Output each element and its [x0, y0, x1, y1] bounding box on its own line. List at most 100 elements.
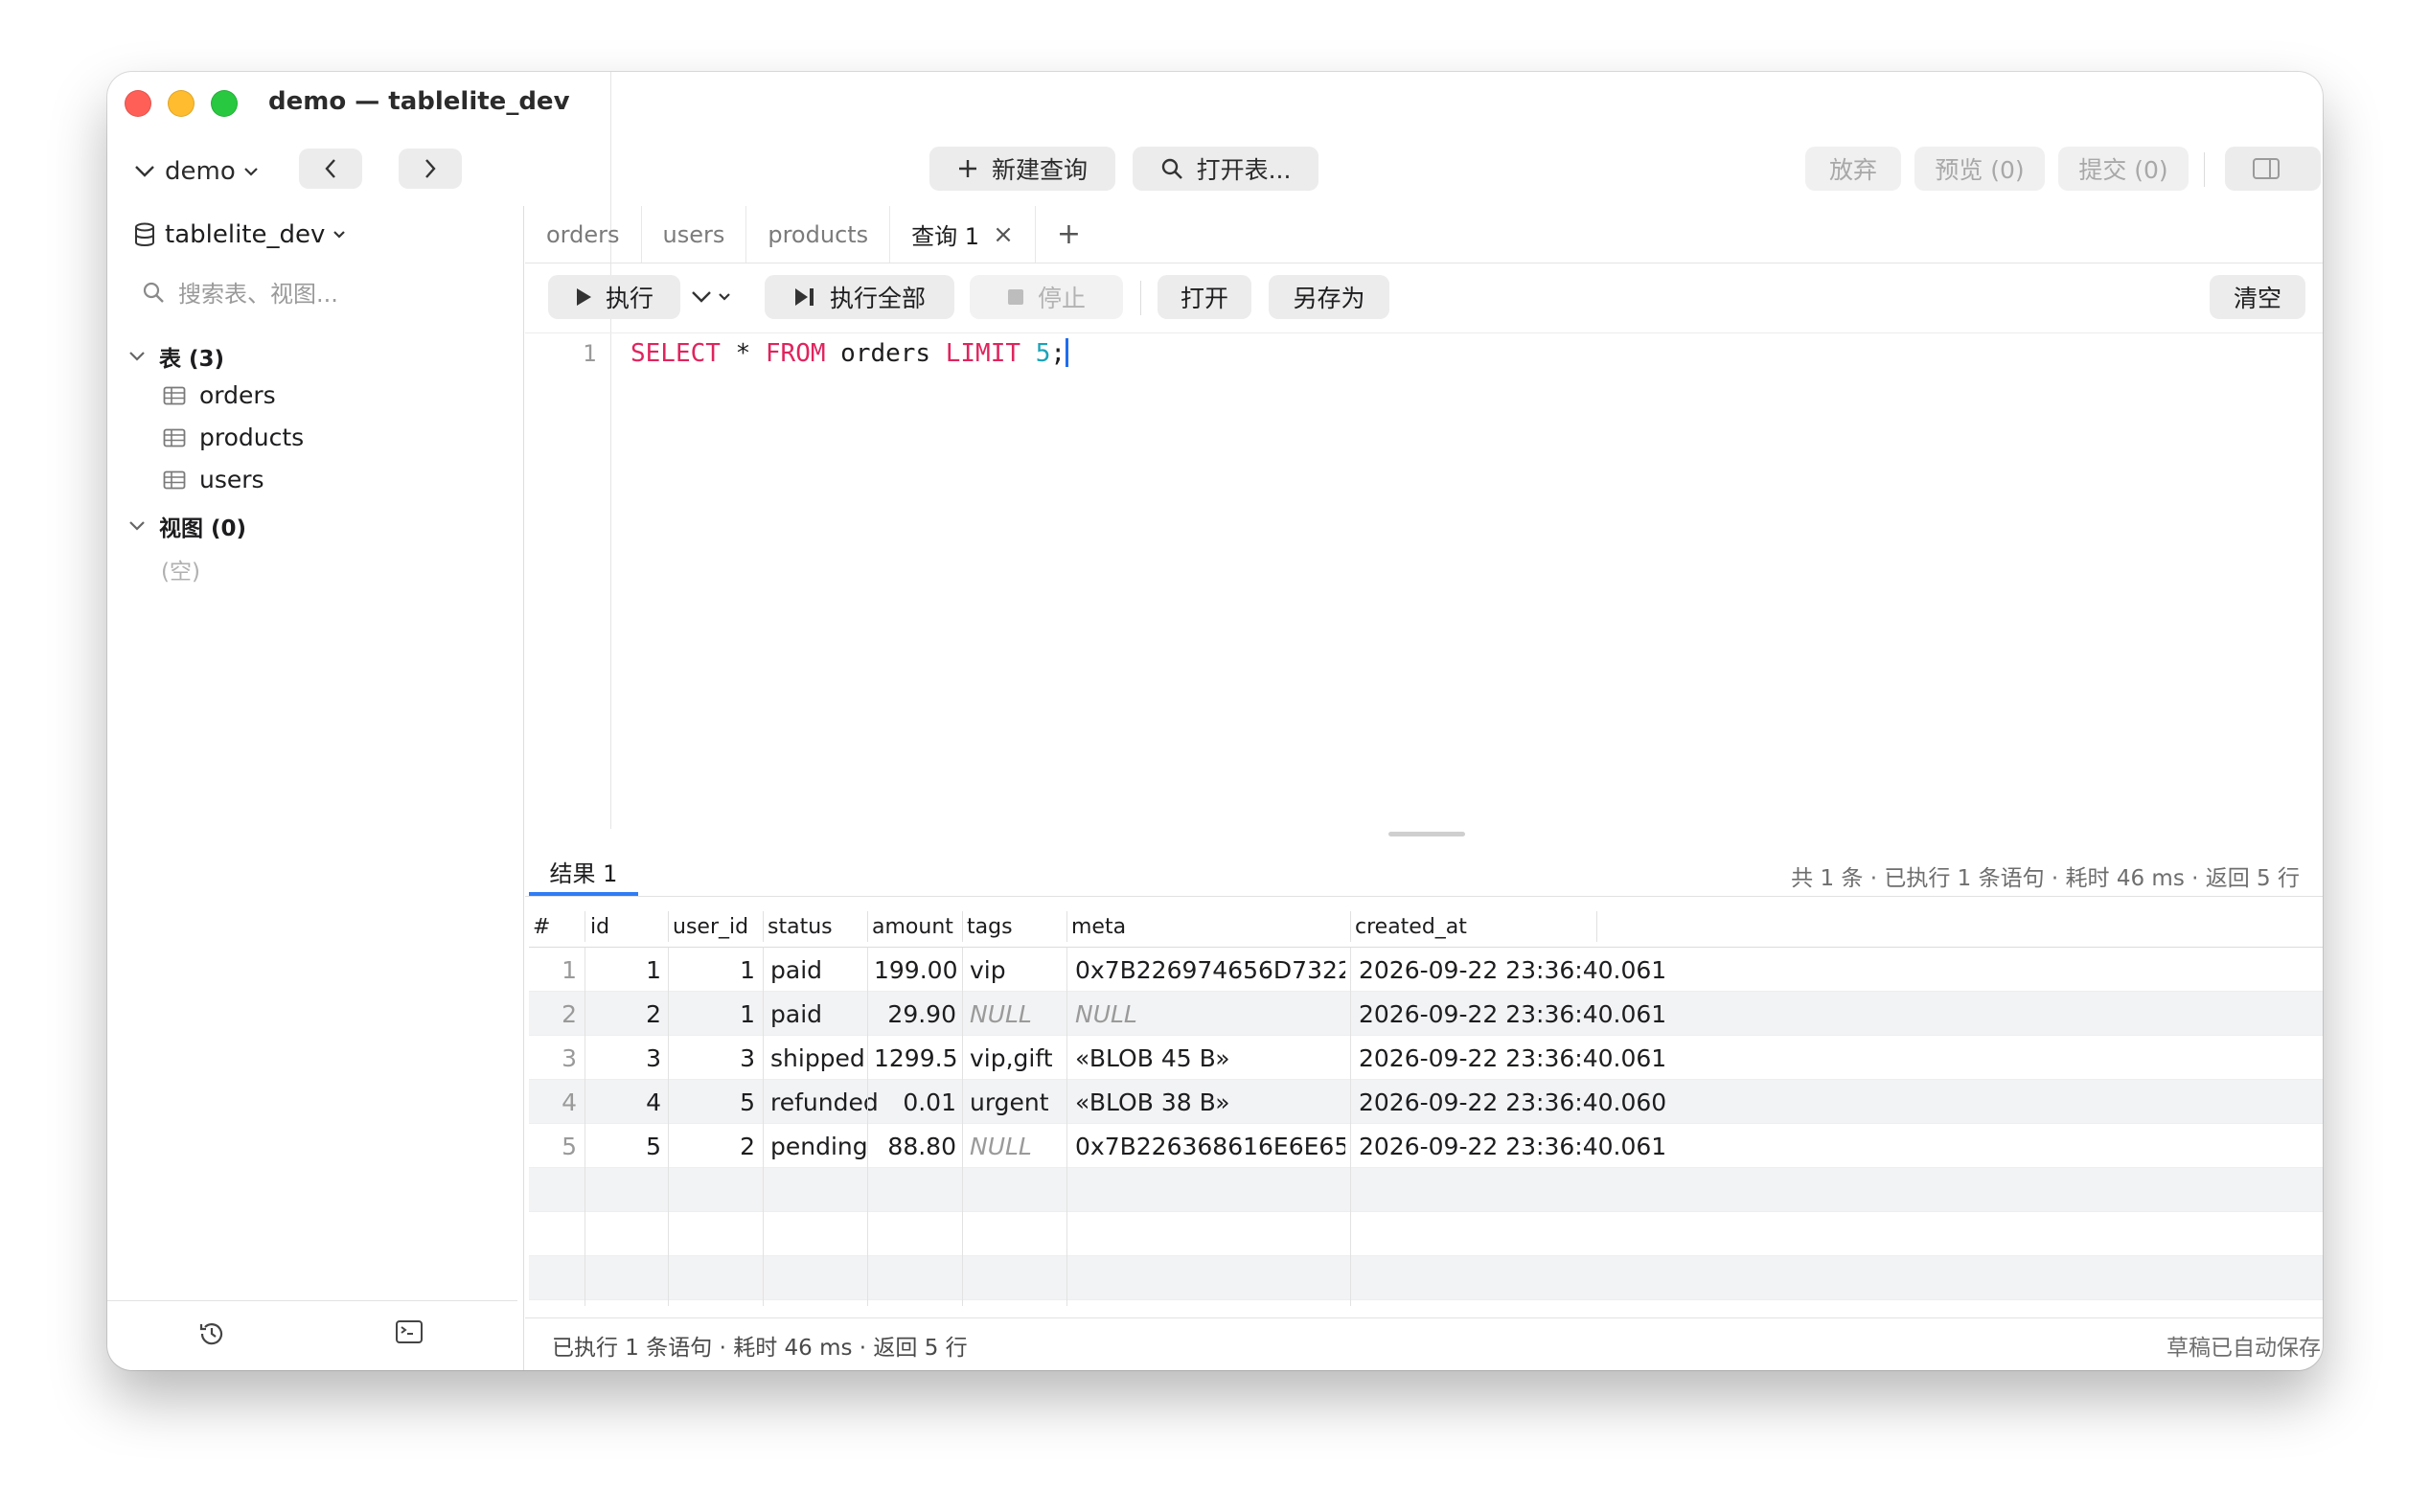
cell-status[interactable]: refunded — [770, 1088, 879, 1116]
forward-button[interactable] — [399, 149, 462, 189]
cell-meta[interactable]: 0x7B226974656D73223A20322C2... — [1075, 956, 1345, 984]
sidebar-item-orders[interactable]: orders — [163, 381, 276, 409]
run-all-icon — [794, 288, 814, 306]
console-button[interactable] — [395, 1319, 424, 1348]
column-header[interactable]: user_id — [673, 915, 748, 939]
column-separator[interactable] — [668, 911, 669, 942]
cell-meta[interactable]: «BLOB 38 B» — [1075, 1088, 1345, 1116]
row-number: 3 — [562, 1044, 577, 1072]
cell-created-at[interactable]: 2026-09-22 23:36:40.061 — [1359, 1044, 1666, 1072]
cell-created-at[interactable]: 2026-09-22 23:36:40.061 — [1359, 1133, 1666, 1160]
table-row[interactable]: 5 5 2 pending 88.80 NULL 0x7B226368616E6… — [529, 1124, 2323, 1168]
cell-user-id[interactable]: 5 — [673, 1088, 755, 1116]
commit-button[interactable]: 提交 (0) — [2058, 147, 2189, 191]
cell-amount[interactable]: 88.80 — [874, 1133, 956, 1160]
clear-button[interactable]: 清空 — [2210, 275, 2305, 319]
tab-orders[interactable]: orders — [525, 206, 642, 263]
cell-meta[interactable]: «BLOB 45 B» — [1075, 1044, 1345, 1072]
chevron-down-icon — [129, 521, 145, 531]
toggle-inspector-button[interactable] — [2225, 147, 2321, 191]
table-row[interactable]: 4 4 5 refunded 0.01 urgent «BLOB 38 B» 2… — [529, 1080, 2323, 1124]
tab-products[interactable]: products — [746, 206, 891, 263]
cell-id[interactable]: 5 — [590, 1133, 661, 1160]
cell-tags[interactable]: vip,gift — [970, 1044, 1053, 1072]
cell-user-id[interactable]: 3 — [673, 1044, 755, 1072]
table-row[interactable]: 1 1 1 paid 199.00 vip 0x7B226974656D7322… — [529, 948, 2323, 992]
close-window-button[interactable] — [125, 90, 151, 117]
column-separator[interactable] — [867, 911, 868, 942]
cell-user-id[interactable]: 1 — [673, 956, 755, 984]
sidebar-item-products[interactable]: products — [163, 424, 304, 451]
text-cursor — [1066, 338, 1068, 367]
cell-id[interactable]: 1 — [590, 956, 661, 984]
column-header[interactable]: status — [768, 915, 833, 939]
cell-tags[interactable]: urgent — [970, 1088, 1049, 1116]
column-header[interactable]: created_at — [1355, 915, 1467, 939]
cell-created-at[interactable]: 2026-09-22 23:36:40.060 — [1359, 1088, 1666, 1116]
column-separator[interactable] — [962, 911, 963, 942]
cell-created-at[interactable]: 2026-09-22 23:36:40.061 — [1359, 1000, 1666, 1028]
cell-status[interactable]: paid — [770, 956, 822, 984]
tab-users[interactable]: users — [642, 206, 747, 263]
tab-query-1[interactable]: 查询 1 × — [890, 206, 1036, 263]
column-separator[interactable] — [1596, 911, 1597, 942]
cell-user-id[interactable]: 1 — [673, 1000, 755, 1028]
column-header[interactable]: amount — [872, 915, 953, 939]
cell-tags[interactable]: vip — [970, 956, 1006, 984]
column-header[interactable]: id — [590, 915, 609, 939]
new-query-button[interactable]: 新建查询 — [929, 147, 1115, 191]
column-separator[interactable] — [1350, 911, 1351, 942]
run-all-button[interactable]: 执行全部 — [765, 275, 954, 319]
cell-created-at[interactable]: 2026-09-22 23:36:40.061 — [1359, 956, 1666, 984]
connection-selector[interactable]: demo — [134, 150, 268, 193]
cell-amount[interactable]: 29.90 — [874, 1000, 956, 1028]
column-separator[interactable] — [763, 911, 764, 942]
column-separator[interactable] — [1066, 911, 1067, 942]
close-tab-icon[interactable]: × — [993, 220, 1014, 249]
tables-group-header[interactable]: 表 (3) — [128, 340, 224, 373]
cell-meta[interactable]: 0x7B226368616E6E656C223A202... — [1075, 1133, 1345, 1160]
cell-amount[interactable]: 199.00 — [874, 956, 956, 984]
cell-tags[interactable]: NULL — [970, 1000, 1032, 1028]
open-file-button[interactable]: 打开 — [1158, 275, 1251, 319]
cell-status[interactable]: pending — [770, 1133, 868, 1160]
cell-amount[interactable]: 0.01 — [874, 1088, 956, 1116]
sql-editor[interactable]: SELECT * FROM orders LIMIT 5; — [630, 338, 1068, 368]
table-row[interactable]: 3 3 3 shipped 1299.50 vip,gift «BLOB 45 … — [529, 1036, 2323, 1080]
open-table-button[interactable]: 打开表... — [1133, 147, 1318, 191]
cell-id[interactable]: 3 — [590, 1044, 661, 1072]
cell-status[interactable]: shipped — [770, 1044, 865, 1072]
sidebar-item-users[interactable]: users — [163, 466, 264, 493]
table-icon — [163, 470, 186, 489]
result-summary: 共 1 条 · 已执行 1 条语句 · 耗时 46 ms · 返回 5 行 — [1791, 866, 2300, 891]
add-tab-button[interactable]: + — [1036, 206, 1102, 263]
cell-status[interactable]: paid — [770, 1000, 822, 1028]
run-button[interactable]: 执行 — [548, 275, 680, 319]
caret-down-icon — [243, 168, 258, 176]
run-options-button[interactable] — [690, 275, 747, 319]
result-tab-1[interactable]: 结果 1 — [529, 850, 638, 896]
row-number: 1 — [562, 956, 577, 984]
discard-button[interactable]: 放弃 — [1805, 147, 1901, 191]
database-selector[interactable]: tablelite_dev — [134, 220, 355, 249]
cell-id[interactable]: 2 — [590, 1000, 661, 1028]
history-button[interactable] — [197, 1319, 226, 1352]
column-header[interactable]: tags — [967, 915, 1013, 939]
preview-button[interactable]: 预览 (0) — [1914, 147, 2045, 191]
cell-meta[interactable]: NULL — [1075, 1000, 1345, 1028]
minimize-window-button[interactable] — [168, 90, 195, 117]
column-header[interactable]: meta — [1071, 915, 1126, 939]
cell-user-id[interactable]: 2 — [673, 1133, 755, 1160]
stop-button[interactable]: 停止 — [970, 275, 1123, 319]
back-button[interactable] — [299, 149, 362, 189]
zoom-window-button[interactable] — [211, 90, 238, 117]
cell-amount[interactable]: 1299.50 — [874, 1044, 956, 1072]
cell-id[interactable]: 4 — [590, 1088, 661, 1116]
sidebar-search[interactable]: 搜索表、视图... — [142, 275, 338, 309]
column-header[interactable]: # — [533, 915, 550, 939]
pane-resize-handle[interactable] — [1388, 832, 1465, 836]
table-row[interactable]: 2 2 1 paid 29.90 NULL NULL 2026-09-22 23… — [529, 992, 2323, 1036]
cell-tags[interactable]: NULL — [970, 1133, 1032, 1160]
views-group-header[interactable]: 视图 (0) — [128, 510, 246, 542]
save-as-button[interactable]: 另存为 — [1269, 275, 1389, 319]
